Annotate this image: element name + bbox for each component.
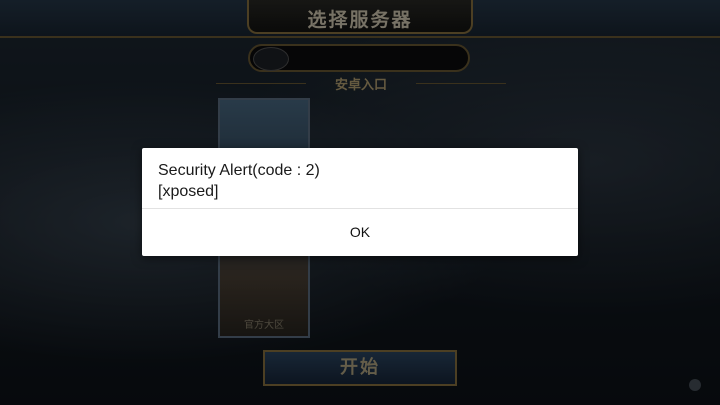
security-alert-dialog: Security Alert(code : 2) [xposed] OK: [142, 148, 578, 256]
dialog-message: Security Alert(code : 2) [xposed]: [158, 160, 562, 202]
ok-button[interactable]: OK: [142, 209, 578, 256]
dialog-message-line1: Security Alert(code : 2): [158, 162, 320, 179]
dialog-message-line2: [xposed]: [158, 183, 219, 200]
